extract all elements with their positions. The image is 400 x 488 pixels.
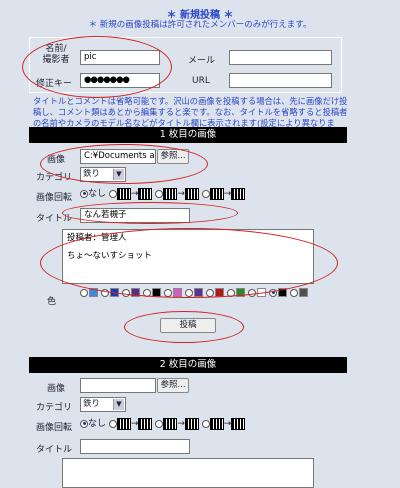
image2-rotate-label: 画像回転 (36, 423, 73, 433)
rotate-preview-icon (231, 417, 246, 430)
image2-category-select[interactable]: 鉄り ▼ (80, 397, 126, 412)
mail-label: メール (188, 56, 216, 66)
annotation-ellipse (40, 228, 338, 298)
rotate-preview-icon (163, 417, 178, 430)
image2-category-label: カテゴリ (36, 403, 73, 413)
image2-image-label: 画像 (47, 384, 66, 394)
color-radio[interactable] (290, 288, 298, 297)
rotate-180-radio[interactable] (155, 189, 164, 198)
rotate-preview-icon (209, 187, 224, 200)
rotate-preview-icon (209, 417, 224, 430)
image2-rotate-options: なし → → → (80, 416, 350, 432)
rotate-preview-icon (163, 187, 178, 200)
mail-field[interactable] (229, 50, 332, 65)
image2-file-field[interactable] (80, 378, 156, 393)
rotate-180-radio[interactable] (155, 419, 164, 428)
image2-header: 2 枚目の画像 (29, 357, 347, 373)
annotation-ellipse (62, 202, 238, 224)
rotate-preview-icon (116, 187, 131, 200)
rotate-preview-icon (184, 187, 199, 200)
color-radio[interactable] (80, 288, 88, 297)
rotate-preview-icon (116, 417, 131, 430)
url-label: URL (192, 76, 210, 86)
image2-title-label: タイトル (36, 445, 73, 455)
annotation-ellipse (124, 311, 244, 343)
rotate-preview-icon (184, 417, 199, 430)
image1-header: 1 枚目の画像 (29, 127, 347, 143)
rotate-270-radio[interactable] (201, 189, 210, 198)
annotation-ellipse (22, 36, 172, 98)
rotate-preview-icon (231, 187, 246, 200)
image1-color-label: 色 (47, 297, 57, 307)
rotate-270-radio[interactable] (201, 419, 210, 428)
image2-browse-button[interactable]: 参照... (157, 378, 189, 393)
image1-rotate-label: 画像回転 (36, 193, 73, 203)
color-swatch (299, 288, 308, 297)
chevron-down-icon: ▼ (113, 399, 124, 410)
color-option[interactable] (290, 287, 308, 299)
image1-rotate-options: なし → → → (80, 186, 350, 202)
rotate-preview-icon (138, 417, 153, 430)
image2-title-field[interactable] (80, 439, 190, 454)
rotate-preview-icon (138, 187, 153, 200)
url-field[interactable] (229, 73, 332, 88)
member-notice: ＊ 新規の画像投稿は許可されたメンバーのみが行えます。 (88, 20, 312, 30)
rotate-90-radio[interactable] (108, 189, 117, 198)
image2-comment-area[interactable] (62, 458, 314, 488)
rotate-90-radio[interactable] (108, 419, 117, 428)
rotate-none-radio[interactable] (80, 189, 88, 198)
rotate-none-radio[interactable] (80, 419, 88, 428)
annotation-ellipse (40, 144, 208, 184)
